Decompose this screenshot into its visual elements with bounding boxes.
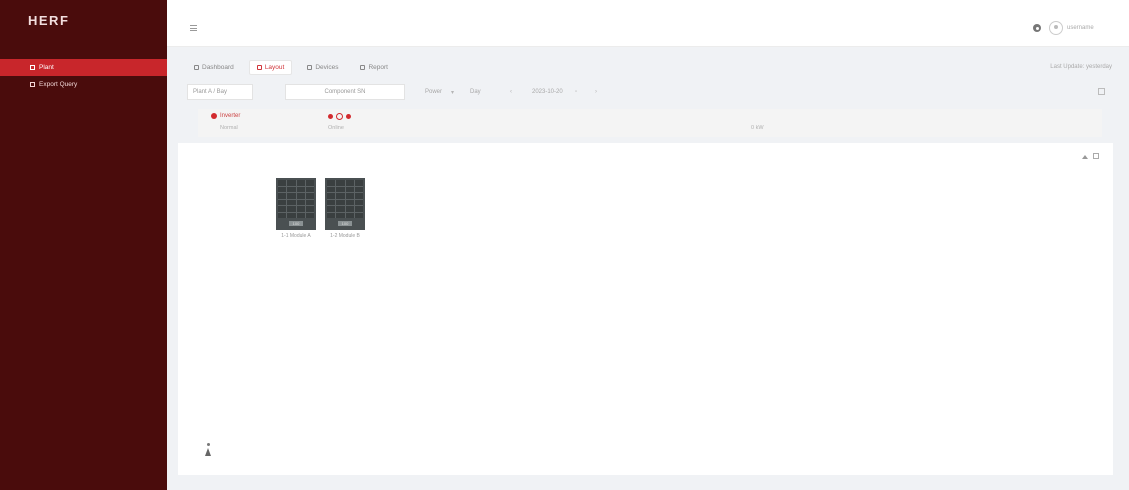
date-field[interactable]: 2023-10-20 <box>532 89 563 95</box>
module-grid <box>327 180 363 218</box>
tab-layout[interactable]: Layout <box>248 59 293 75</box>
plant-icon <box>30 65 35 70</box>
sidebar-item-label: Export Query <box>39 81 78 88</box>
tab-label: Dashboard <box>202 63 234 71</box>
period-filter[interactable]: Day <box>470 89 481 95</box>
sidebar-item-export-query[interactable]: Export Query <box>0 76 167 93</box>
layout-panel: 100 1-1 Module A 100 1-2 Module B <box>178 143 1113 475</box>
module-label: 1-1 Module A <box>281 233 311 239</box>
tab-devices[interactable]: Devices <box>300 60 345 75</box>
devices-icon <box>307 64 313 70</box>
export-icon <box>30 82 35 87</box>
tab-dashboard[interactable]: Dashboard <box>187 60 241 75</box>
status-indicators <box>328 113 351 120</box>
arrow-up-icon[interactable] <box>1082 155 1088 159</box>
power-value: 0 kW <box>751 125 764 131</box>
chevron-left-icon[interactable]: ‹ <box>510 89 512 95</box>
module-label: 1-2 Module B <box>330 233 360 239</box>
panel-tools <box>1082 153 1099 159</box>
tab-label: Layout <box>264 63 285 71</box>
solar-module[interactable]: 100 <box>276 178 316 230</box>
chevron-right-icon[interactable]: › <box>595 89 597 95</box>
inverter-icon <box>211 113 217 119</box>
tabs: Dashboard Layout Devices Report Last Upd… <box>187 58 1112 76</box>
tab-report[interactable]: Report <box>353 60 395 75</box>
power-filter[interactable]: Power <box>425 89 442 95</box>
module-tag: 100 <box>289 221 303 226</box>
dashboard-icon <box>194 64 199 70</box>
logo: HERF <box>28 12 70 28</box>
plant-select-value: Plant A / Bay <box>193 89 228 95</box>
solar-module[interactable]: 100 <box>325 178 365 230</box>
menu-icon[interactable] <box>190 25 197 31</box>
report-icon <box>360 64 366 70</box>
sidebar: HERF Plant Export Query <box>0 0 167 490</box>
module-grid <box>278 180 314 218</box>
ring-icon <box>336 113 343 120</box>
dot-icon <box>328 114 333 119</box>
username[interactable]: username <box>1067 25 1094 31</box>
dot-icon <box>346 114 351 119</box>
tab-label: Report <box>368 63 388 71</box>
last-update: Last Update: yesterday <box>1050 64 1112 70</box>
chevron-down-icon[interactable]: ▾ <box>451 89 454 96</box>
device-info-bar: Inverter Normal Online 0 kW <box>198 109 1102 137</box>
sidebar-item-plant[interactable]: Plant <box>0 59 167 76</box>
expand-icon[interactable] <box>1093 153 1099 159</box>
component-search-value: Component SN <box>324 89 366 95</box>
component-search[interactable]: Component SN <box>285 84 405 100</box>
top-bar: username <box>167 0 1129 47</box>
plant-select[interactable]: Plant A / Bay <box>187 84 253 100</box>
layout-icon <box>256 64 262 70</box>
person-icon[interactable] <box>204 443 212 457</box>
gear-icon[interactable] <box>1033 24 1041 32</box>
tab-label: Devices <box>315 63 339 71</box>
fullscreen-icon[interactable] <box>1098 88 1105 95</box>
calendar-icon[interactable]: ▫ <box>575 89 577 95</box>
avatar[interactable] <box>1049 21 1063 35</box>
device-status: Normal <box>220 125 238 131</box>
toolbar: Plant A / Bay Component SN Power ▾ Day ‹… <box>187 84 1112 102</box>
online-label: Online <box>328 125 344 131</box>
module-tag: 100 <box>338 221 352 226</box>
device-name[interactable]: Inverter <box>220 113 240 119</box>
sidebar-item-label: Plant <box>39 64 54 71</box>
